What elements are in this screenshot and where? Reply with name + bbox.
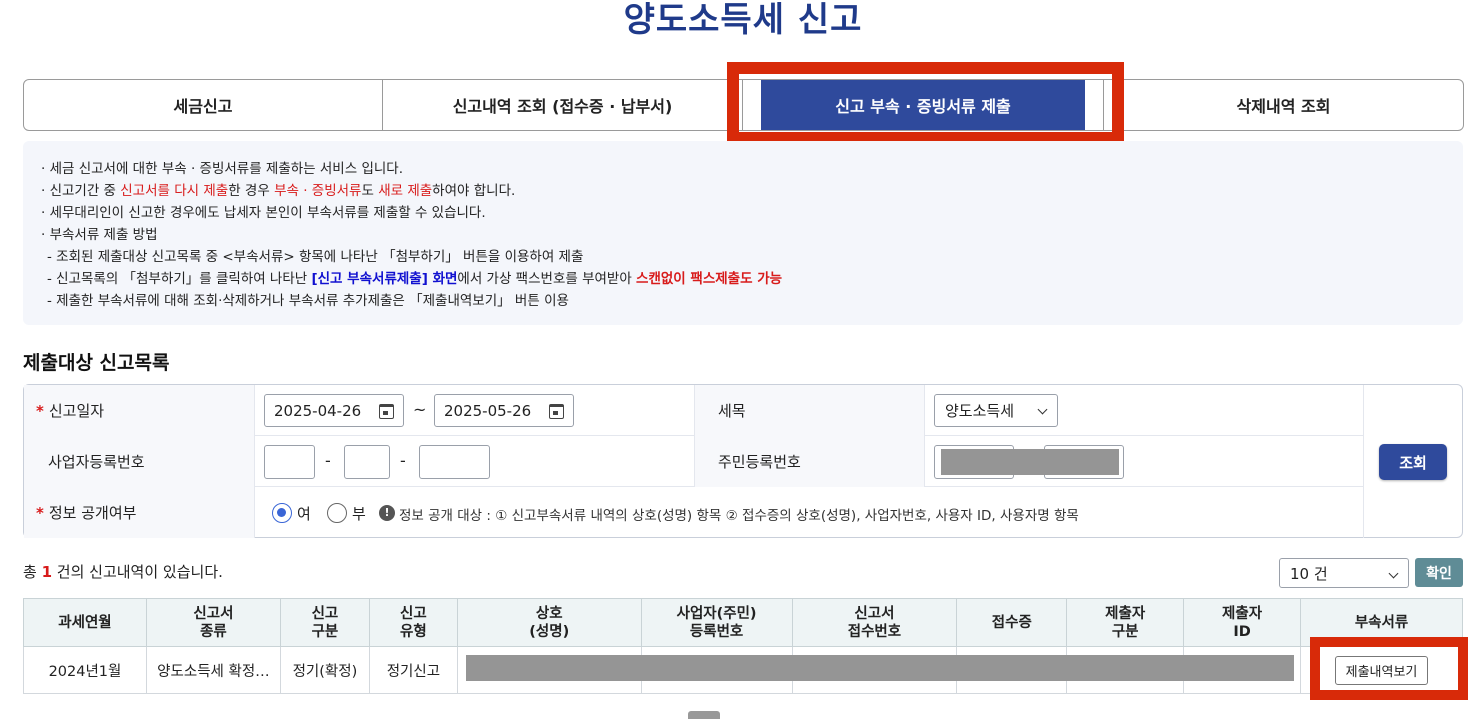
column-header: 신고 유형 xyxy=(368,598,458,647)
notice-line-1: · 세금 신고서에 대한 부속 · 증빙서류를 제출하는 서비스 입니다. xyxy=(41,161,403,177)
tab-attachment-submit-label: 신고 부속 · 증빙서류 제출 xyxy=(761,80,1085,130)
notice-box: · 세금 신고서에 대한 부속 · 증빙서류를 제출하는 서비스 입니다. · … xyxy=(23,141,1463,325)
disclosure-yes-label: 여 xyxy=(297,505,311,523)
confirm-button[interactable]: 확인 xyxy=(1415,558,1463,587)
chevron-down-icon xyxy=(1037,404,1048,415)
tab-deleted-history[interactable]: 삭제내역 조회 xyxy=(1104,80,1463,130)
page-title: 양도소득세 신고 xyxy=(623,0,863,40)
tax-item-select[interactable]: 양도소득세 xyxy=(934,394,1058,427)
notice-line-5: - 조회된 제출대상 신고목록 중 <부속서류> 항목에 나타난 「첨부하기」 … xyxy=(47,249,584,265)
notice-line-6: - 신고목록의 「첨부하기」를 클릭하여 나타난 [신고 부속서류제출] 화면에… xyxy=(47,271,783,287)
redaction-block xyxy=(466,655,1294,681)
chevron-down-icon xyxy=(1388,568,1399,579)
biz-no-label: 사업자등록번호 xyxy=(24,436,254,487)
cell-type: 정기신고 xyxy=(368,646,458,694)
column-header: 신고서 종류 xyxy=(145,598,281,647)
tax-item-label: 세목 xyxy=(694,385,924,436)
cell-period: 2024년1월 xyxy=(23,646,147,694)
notice-line-2: · 신고기간 중 신고서를 다시 제출한 경우 부속 · 증빙서류도 새로 제출… xyxy=(41,183,516,199)
column-header: 접수증 xyxy=(956,598,1068,647)
result-count: 총 1 건의 신고내역이 있습니다. xyxy=(23,563,223,581)
column-header: 신고서 접수번호 xyxy=(791,598,958,647)
table-header-row: 과세연월 신고서 종류 신고 구분 신고 유형 상호 (성명) 사업자(주민) … xyxy=(23,598,1463,647)
redaction-block xyxy=(941,449,1119,475)
filter-row-disclosure: * 정보 공개여부 여 부 ! 정보 공개 대상 : ① 신고부속서류 내역의 상… xyxy=(24,487,1363,538)
search-filter-panel: * 신고일자 2025-04-26 ~ 2025-05-26 세목 양도소득세 사… xyxy=(23,384,1463,538)
column-header: 신고 구분 xyxy=(279,598,370,647)
biz-no-part1-input[interactable] xyxy=(264,445,315,479)
notice-line-7: - 제출한 부속서류에 대해 조회·삭제하거나 부속서류 추가제출은 「제출내역… xyxy=(47,293,569,309)
search-button[interactable]: 조회 xyxy=(1379,444,1447,480)
biz-no-dash: - xyxy=(325,451,331,470)
date-from-input[interactable]: 2025-04-26 xyxy=(264,394,404,427)
disclosure-label: * 정보 공개여부 xyxy=(24,487,254,538)
column-header: 사업자(주민) 등록번호 xyxy=(640,598,793,647)
cell-category: 정기(확정) xyxy=(279,646,370,694)
disclosure-yes-radio[interactable] xyxy=(272,503,292,523)
divider xyxy=(694,385,695,487)
biz-no-part2-input[interactable] xyxy=(344,445,390,479)
tab-report-history[interactable]: 신고내역 조회 (접수증 · 납부서) xyxy=(383,80,743,130)
calendar-icon[interactable] xyxy=(379,404,394,419)
divider xyxy=(254,385,255,538)
date-range-separator: ~ xyxy=(413,400,427,419)
biz-no-dash: - xyxy=(400,451,406,470)
tab-bar: 세금신고 신고내역 조회 (접수증 · 납부서) 신고 부속 · 증빙서류 제출… xyxy=(23,79,1464,131)
column-header: 과세연월 xyxy=(23,598,147,647)
view-submissions-button[interactable]: 제출내역보기 xyxy=(1334,655,1429,685)
notice-line-3: · 세무대리인이 신고한 경우에도 납세자 본인이 부속서류를 제출할 수 있습… xyxy=(41,205,486,221)
cell-kind: 양도소득세 확정… xyxy=(145,646,281,694)
column-header: 제출자 ID xyxy=(1183,598,1301,647)
column-header: 부속서류 xyxy=(1300,598,1463,647)
disclosure-note: 정보 공개 대상 : ① 신고부속서류 내역의 상호(성명) 항목 ② 접수증의… xyxy=(399,508,1079,524)
biz-no-part3-input[interactable] xyxy=(419,445,490,479)
tab-attachment-submit[interactable]: 신고 부속 · 증빙서류 제출 xyxy=(743,80,1104,130)
report-date-label: * 신고일자 xyxy=(24,385,254,436)
page-size-select[interactable]: 10 건 xyxy=(1279,558,1409,588)
cell-attachment: 제출내역보기 xyxy=(1300,646,1463,694)
info-icon: ! xyxy=(379,505,395,521)
divider xyxy=(924,385,925,487)
column-header: 상호 (성명) xyxy=(456,598,642,647)
section-title: 제출대상 신고목록 xyxy=(23,352,170,374)
disclosure-no-label: 부 xyxy=(352,505,366,523)
pagination-current[interactable] xyxy=(688,711,720,719)
divider xyxy=(1363,385,1364,538)
notice-line-4: · 부속서류 제출 방법 xyxy=(41,227,158,243)
date-to-input[interactable]: 2025-05-26 xyxy=(434,394,574,427)
tab-tax-report[interactable]: 세금신고 xyxy=(24,80,383,130)
resident-no-label: 주민등록번호 xyxy=(694,436,924,487)
calendar-icon[interactable] xyxy=(549,404,564,419)
column-header: 제출자 구분 xyxy=(1066,598,1185,647)
disclosure-no-radio[interactable] xyxy=(327,503,347,523)
